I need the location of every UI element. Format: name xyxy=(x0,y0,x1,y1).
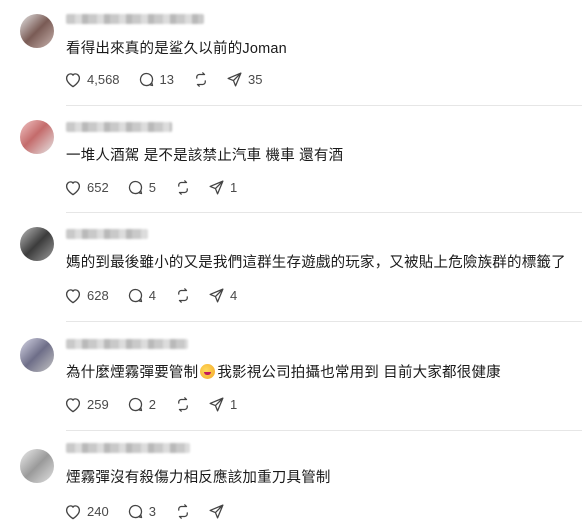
repost-button[interactable] xyxy=(174,503,192,520)
action-bar: 259 2 1 xyxy=(64,394,255,414)
username-blurred[interactable] xyxy=(66,122,172,132)
repost-button[interactable] xyxy=(174,396,192,413)
action-bar: 628 4 4 xyxy=(64,285,255,305)
send-icon xyxy=(209,503,224,519)
heart-icon xyxy=(65,397,81,412)
send-icon xyxy=(209,179,224,195)
comment-count: 4 xyxy=(148,287,156,303)
avatar[interactable] xyxy=(20,449,54,483)
share-count: 35 xyxy=(248,71,263,87)
avatar[interactable] xyxy=(20,14,54,48)
action-bar: 4,568 13 35 xyxy=(64,69,280,89)
comment-item: 煙霧彈沒有殺傷力相反應該加重刀具管制 240 3 xyxy=(0,431,582,532)
comment-count: 2 xyxy=(148,396,156,412)
comment-count: 5 xyxy=(148,179,156,195)
comment-count: 13 xyxy=(159,71,175,87)
comment-item: 媽的到最後雖小的又是我們這群生存遊戲的玩家，又被貼上危險族群的標籤了 628 4… xyxy=(0,213,582,321)
comment-text: 煙霧彈沒有殺傷力相反應該加重刀具管制 xyxy=(66,470,331,486)
comment-button[interactable]: 2 xyxy=(127,396,156,413)
share-count: 4 xyxy=(229,287,238,303)
heart-icon xyxy=(65,504,81,519)
comment-button[interactable]: 4 xyxy=(127,287,156,304)
like-count: 628 xyxy=(87,287,109,303)
share-button[interactable]: 35 xyxy=(226,71,262,88)
share-count: 1 xyxy=(229,179,238,195)
share-button[interactable] xyxy=(208,503,225,520)
like-count: 652 xyxy=(87,179,109,195)
send-icon xyxy=(209,396,224,412)
repost-button[interactable] xyxy=(174,179,192,196)
username-blurred[interactable] xyxy=(66,443,190,453)
heart-icon xyxy=(65,288,81,303)
comment-item: 一堆人酒駕 是不是該禁止汽車 機車 還有酒 652 5 1 xyxy=(0,106,582,212)
comment-text: 為什麼煙霧彈要管制 我影視公司拍攝也常用到 目前大家都很健康 xyxy=(66,361,501,382)
repost-button[interactable] xyxy=(192,71,210,88)
repost-icon xyxy=(196,71,206,87)
comment-button[interactable]: 5 xyxy=(127,179,156,196)
like-count: 4,568 xyxy=(87,71,120,87)
action-bar: 240 3 xyxy=(64,501,243,521)
like-count: 259 xyxy=(87,396,109,412)
avatar[interactable] xyxy=(20,338,54,372)
comment-count: 3 xyxy=(148,503,156,519)
like-count: 240 xyxy=(87,503,109,519)
like-button[interactable]: 652 xyxy=(64,179,109,196)
action-bar: 652 5 1 xyxy=(64,177,255,197)
username-blurred[interactable] xyxy=(66,229,148,239)
comment-text-part: 我影視公司拍攝也常用到 目前大家都很健康 xyxy=(217,365,501,381)
comment-bubble-icon xyxy=(128,397,142,411)
share-button[interactable]: 4 xyxy=(208,287,237,304)
comment-bubble-icon xyxy=(128,504,142,518)
repost-icon xyxy=(178,503,188,519)
comment-bubble-icon xyxy=(128,288,142,302)
share-count: 1 xyxy=(229,396,238,412)
repost-icon xyxy=(178,179,188,195)
avatar[interactable] xyxy=(20,120,54,154)
heart-icon xyxy=(65,180,81,195)
like-button[interactable]: 259 xyxy=(64,396,109,413)
avatar[interactable] xyxy=(20,227,54,261)
comment-text: 看得出來真的是鲨久以前的Joman xyxy=(66,41,287,57)
comment-bubble-icon xyxy=(139,72,153,86)
username-blurred[interactable] xyxy=(66,14,204,24)
comment-text: 一堆人酒駕 是不是該禁止汽車 機車 還有酒 xyxy=(66,148,344,164)
share-button[interactable]: 1 xyxy=(208,179,237,196)
laughing-face-emoji xyxy=(200,364,216,379)
comment-text-part: 為什麼煙霧彈要管制 xyxy=(66,365,199,381)
comment-button[interactable]: 3 xyxy=(127,503,156,520)
heart-icon xyxy=(65,72,81,87)
comment-text: 媽的到最後雖小的又是我們這群生存遊戲的玩家，又被貼上危險族群的標籤了 xyxy=(66,255,566,271)
repost-icon xyxy=(178,287,188,303)
comment-item: 為什麼煙霧彈要管制 我影視公司拍攝也常用到 目前大家都很健康 259 2 1 xyxy=(0,322,582,430)
send-icon xyxy=(209,287,224,303)
share-button[interactable]: 1 xyxy=(208,396,237,413)
comment-feed: 看得出來真的是鲨久以前的Joman 4,568 13 35 一堆人酒駕 是不是該… xyxy=(0,0,582,532)
comment-item: 看得出來真的是鲨久以前的Joman 4,568 13 35 xyxy=(0,0,582,105)
repost-button[interactable] xyxy=(174,287,192,304)
repost-icon xyxy=(178,396,188,412)
like-button[interactable]: 4,568 xyxy=(64,71,120,88)
like-button[interactable]: 628 xyxy=(64,287,109,304)
username-blurred[interactable] xyxy=(66,339,188,349)
comment-bubble-icon xyxy=(128,180,142,194)
comment-button[interactable]: 13 xyxy=(138,71,174,88)
send-icon xyxy=(227,71,242,87)
like-button[interactable]: 240 xyxy=(64,503,109,520)
